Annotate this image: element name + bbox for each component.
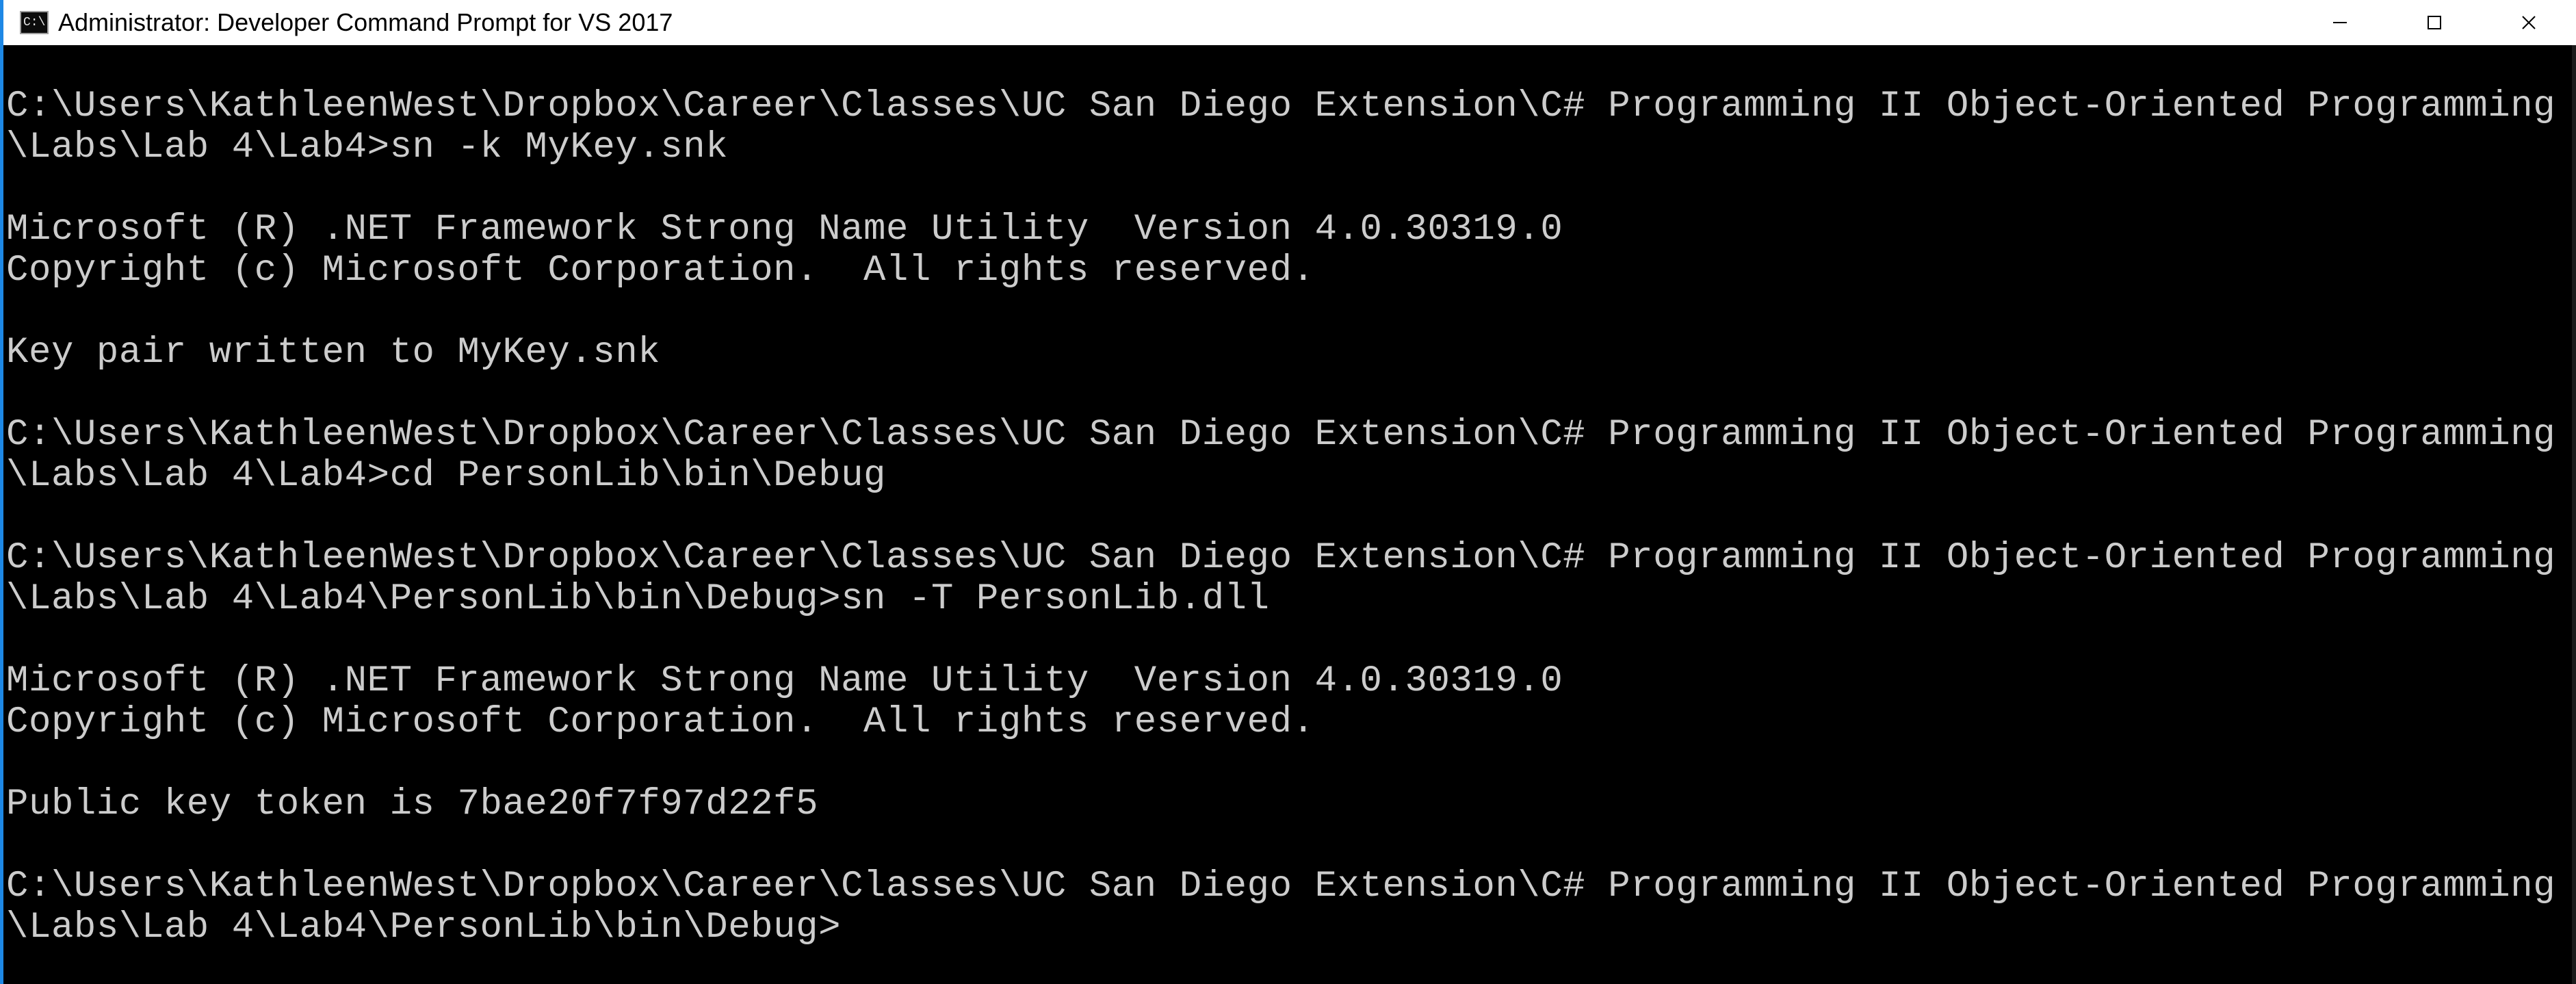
console-line: C:\Users\KathleenWest\Dropbox\Career\Cla… — [6, 537, 2556, 579]
window-title: Administrator: Developer Command Prompt … — [58, 8, 673, 36]
maximize-icon — [2428, 16, 2441, 29]
console-line: C:\Users\KathleenWest\Dropbox\Career\Cla… — [6, 866, 2556, 907]
console-line: \Labs\Lab 4\Lab4\PersonLib\bin\Debug>sn … — [6, 578, 1270, 620]
console-line: Key pair written to MyKey.snk — [6, 332, 661, 374]
console-line: Microsoft (R) .NET Framework Strong Name… — [6, 209, 1563, 250]
close-icon — [2522, 16, 2536, 29]
console-line: Microsoft (R) .NET Framework Strong Name… — [6, 660, 1563, 702]
console-line: Public key token is 7bae20f7f97d22f5 — [6, 784, 819, 825]
console-scrollbar[interactable] — [2572, 45, 2576, 984]
console-line: \Labs\Lab 4\Lab4>cd PersonLib\bin\Debug — [6, 455, 887, 497]
minimize-button[interactable] — [2293, 0, 2387, 45]
console-line: \Labs\Lab 4\Lab4>sn -k MyKey.snk — [6, 127, 729, 168]
console-line: \Labs\Lab 4\Lab4\PersonLib\bin\Debug> — [6, 907, 842, 948]
maximize-button[interactable] — [2387, 0, 2482, 45]
console-line: Copyright (c) Microsoft Corporation. All… — [6, 250, 1315, 292]
console-line: C:\Users\KathleenWest\Dropbox\Career\Cla… — [6, 86, 2556, 127]
close-button[interactable] — [2482, 0, 2576, 45]
minimize-icon — [2333, 22, 2347, 23]
console-output[interactable]: C:\Users\KathleenWest\Dropbox\Career\Cla… — [3, 45, 2576, 984]
title-bar[interactable]: C:\. Administrator: Developer Command Pr… — [3, 0, 2576, 45]
console-line: Copyright (c) Microsoft Corporation. All… — [6, 701, 1315, 743]
command-prompt-window: C:\. Administrator: Developer Command Pr… — [0, 0, 2576, 984]
command-prompt-icon: C:\. — [20, 11, 49, 34]
console-line: C:\Users\KathleenWest\Dropbox\Career\Cla… — [6, 414, 2556, 456]
caption-buttons — [2293, 0, 2576, 45]
